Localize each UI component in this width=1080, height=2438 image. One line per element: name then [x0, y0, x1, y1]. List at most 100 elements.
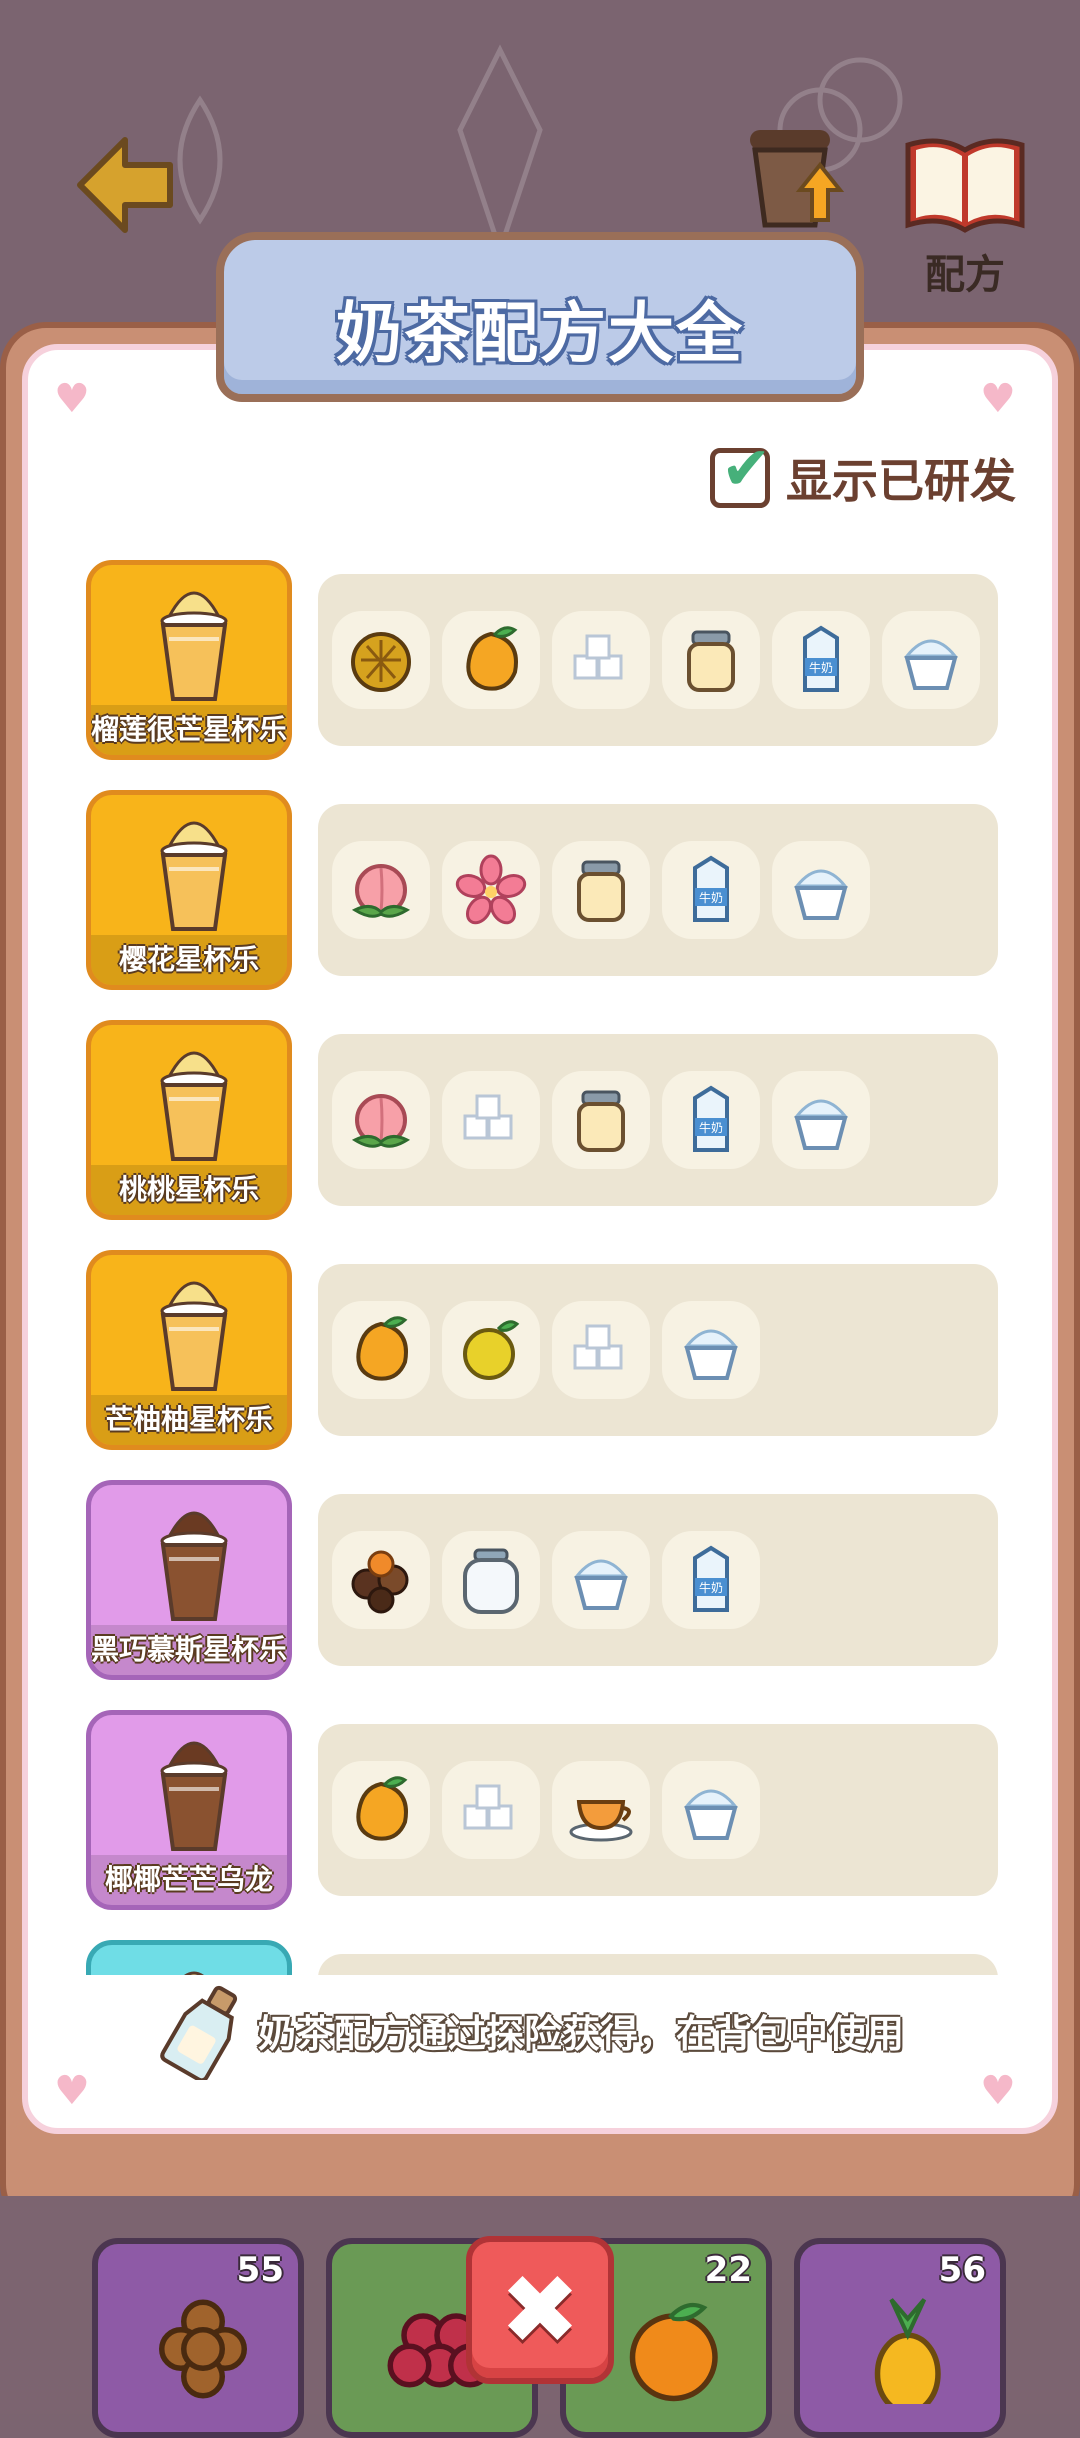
condensed-milk-jar-icon: [577, 860, 625, 922]
svg-text:牛奶: 牛奶: [699, 1580, 723, 1595]
ingredient-slot[interactable]: [772, 841, 870, 939]
ingredient-slot[interactable]: [552, 1761, 650, 1859]
back-button[interactable]: [70, 130, 180, 240]
recipe-book-button[interactable]: 配方: [900, 130, 1030, 298]
ingredient-slot[interactable]: [662, 611, 760, 709]
condensed-milk-jar-icon: [687, 630, 735, 692]
ingredient-slot[interactable]: [332, 1301, 430, 1399]
ingredient-slot[interactable]: [662, 1761, 760, 1859]
back-arrow-icon: [77, 137, 173, 233]
peach-icon: [351, 864, 411, 918]
ingredient-list: [318, 1724, 998, 1896]
glass-jar-icon: [463, 1548, 519, 1614]
drink-name: 榴莲很芒星杯乐: [91, 705, 287, 755]
drink-cup-icon: [160, 1281, 228, 1391]
recipe-row[interactable]: 芒柚柚星杯乐: [86, 1250, 1006, 1450]
mango-icon: [356, 1316, 408, 1381]
ingredient-slot[interactable]: [332, 1761, 430, 1859]
recipe-row-partial[interactable]: [86, 1940, 1006, 1975]
ingredient-slot[interactable]: [552, 841, 650, 939]
sugar-cubes-icon: [573, 634, 623, 680]
ice-cream-icon: [683, 1789, 739, 1840]
title-banner: 奶茶配方大全: [216, 232, 864, 402]
recipe-list[interactable]: 榴莲很芒星杯乐 牛奶 樱花星杯乐 牛奶 桃桃星杯乐 牛奶 芒柚柚星杯乐 黑巧慕斯…: [86, 560, 1006, 1975]
drink-card[interactable]: 樱花星杯乐: [86, 790, 292, 990]
peach-icon: [351, 1094, 411, 1148]
drink-cup-icon: [160, 1051, 228, 1161]
open-book-icon: [905, 138, 1025, 233]
ingredient-slot[interactable]: [552, 1301, 650, 1399]
recipe-row[interactable]: 樱花星杯乐 牛奶: [86, 790, 1006, 990]
drink-cup-icon: [184, 1971, 204, 1975]
ingredient-slot[interactable]: [332, 1071, 430, 1169]
ingredient-slot[interactable]: 牛奶: [662, 1071, 760, 1169]
ingredient-slot[interactable]: [442, 611, 540, 709]
ingredient-slot[interactable]: [772, 1071, 870, 1169]
ingredient-slot[interactable]: [332, 841, 430, 939]
ice-cream-icon: [573, 1559, 629, 1610]
ingredient-slot[interactable]: 牛奶: [662, 841, 760, 939]
drink-card[interactable]: 桃桃星杯乐: [86, 1020, 292, 1220]
item-count: 22: [704, 2250, 752, 2290]
milk-carton-icon: 牛奶: [693, 1085, 729, 1152]
ingredient-slot[interactable]: [442, 1761, 540, 1859]
item-count: 56: [938, 2250, 986, 2290]
drink-card[interactable]: 椰椰芒芒乌龙: [86, 1710, 292, 1910]
mango-icon: [466, 626, 518, 691]
drink-cup-icon: [160, 821, 228, 931]
drink-card[interactable]: 榴莲很芒星杯乐: [86, 560, 292, 760]
ingredient-list: [318, 1954, 998, 1975]
drink-card[interactable]: 芒柚柚星杯乐: [86, 1250, 292, 1450]
close-button[interactable]: ✖: [466, 2236, 614, 2384]
svg-text:牛奶: 牛奶: [699, 1120, 723, 1135]
ingredient-slot[interactable]: [882, 611, 980, 709]
ingredient-slot[interactable]: [442, 1071, 540, 1169]
milk-carton-icon: 牛奶: [693, 1545, 729, 1612]
show-developed-toggle[interactable]: ✔ 显示已研发: [710, 439, 1016, 510]
drink-card[interactable]: [86, 1940, 292, 1975]
recipe-row[interactable]: 榴莲很芒星杯乐 牛奶: [86, 560, 1006, 760]
item-count: 55: [236, 2250, 284, 2290]
drink-card[interactable]: 黑巧慕斯星杯乐: [86, 1480, 292, 1680]
heart-icon: ♥: [54, 2068, 90, 2114]
svg-text:牛奶: 牛奶: [809, 660, 833, 675]
condensed-milk-jar-icon: [577, 1090, 625, 1152]
drink-name: 椰椰芒芒乌龙: [91, 1855, 287, 1905]
checkmark-icon: ✔: [721, 434, 772, 504]
ingredient-slot[interactable]: [442, 841, 540, 939]
ice-cream-icon: [903, 639, 959, 690]
tea-cup-icon: [569, 1800, 633, 1842]
ingredient-slot[interactable]: [332, 1531, 430, 1629]
mango-icon: [356, 1776, 408, 1841]
ingredient-list: [318, 1264, 998, 1436]
drink-name: 樱花星杯乐: [91, 935, 287, 985]
ingredient-slot[interactable]: [662, 1301, 760, 1399]
show-developed-label: 显示已研发: [786, 454, 1016, 508]
sugar-cubes-icon: [573, 1324, 623, 1370]
ingredient-slot[interactable]: [552, 1531, 650, 1629]
drink-cup-icon: [160, 1741, 228, 1851]
ingredient-slot[interactable]: 牛奶: [662, 1531, 760, 1629]
inventory-slot[interactable]: 56: [794, 2238, 1006, 2438]
recipe-row[interactable]: 黑巧慕斯星杯乐 牛奶: [86, 1480, 1006, 1680]
recipe-row[interactable]: 桃桃星杯乐 牛奶: [86, 1020, 1006, 1220]
ingredient-slot[interactable]: [332, 611, 430, 709]
recipe-row[interactable]: 椰椰芒芒乌龙: [86, 1710, 1006, 1910]
ingredient-slot[interactable]: [442, 1301, 540, 1399]
tapioca-pearls-icon: [159, 2299, 247, 2399]
show-developed-checkbox[interactable]: ✔: [710, 439, 771, 508]
heart-icon: ♥: [54, 376, 90, 422]
ingredient-list: 牛奶: [318, 804, 998, 976]
ingredient-list: 牛奶: [318, 574, 998, 746]
drink-name: 芒柚柚星杯乐: [91, 1395, 287, 1445]
durian-icon: [351, 632, 411, 692]
svg-text:牛奶: 牛奶: [699, 890, 723, 905]
ingredient-slot[interactable]: [552, 1071, 650, 1169]
ingredient-slot[interactable]: 牛奶: [772, 611, 870, 709]
ice-cream-icon: [793, 1099, 849, 1150]
ingredient-slot[interactable]: [442, 1531, 540, 1629]
chocolates-icon: [351, 1550, 409, 1614]
ingredient-slot[interactable]: [552, 611, 650, 709]
inventory-slot[interactable]: 55: [92, 2238, 304, 2438]
orange-icon: [629, 2302, 718, 2402]
